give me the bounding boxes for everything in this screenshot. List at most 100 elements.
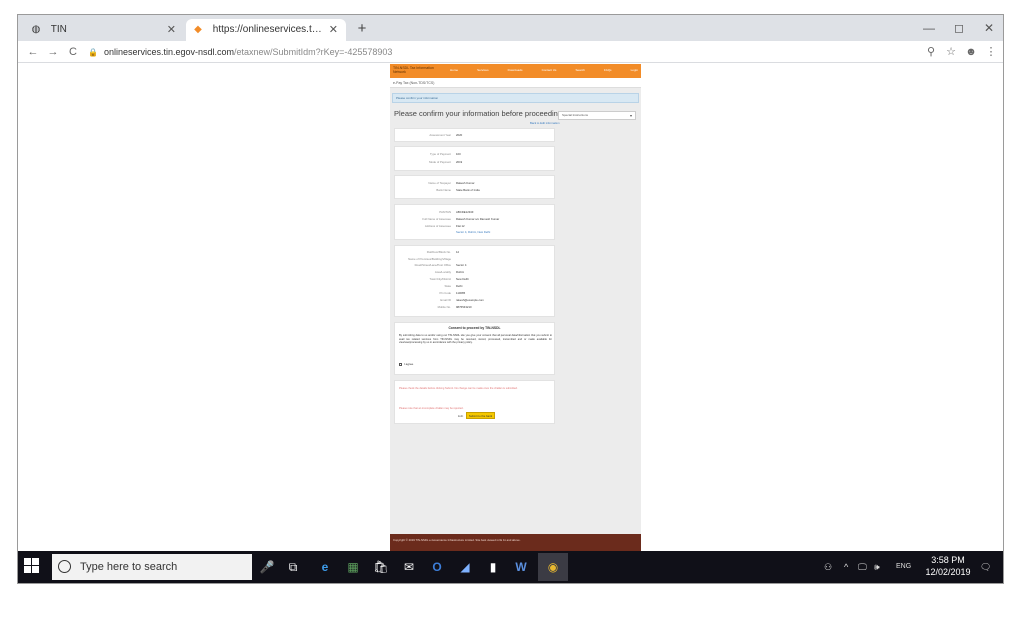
row-label: PAN/TAN: [439, 210, 451, 214]
edit-link[interactable]: Back to Edit information: [530, 121, 560, 125]
agree-checkbox[interactable]: I agree: [399, 362, 413, 366]
word-icon[interactable]: W: [512, 558, 530, 576]
nav-item[interactable]: FAQs: [604, 68, 612, 72]
row-label: Email ID: [440, 298, 451, 302]
new-tab-button[interactable]: +: [352, 19, 372, 39]
page-title: Please confirm your information before p…: [394, 109, 563, 118]
screenshot-frame: ◍ TIN ✕ ◆ https://onlineservices.tin.ego…: [17, 14, 1004, 584]
volume-icon[interactable]: 🕪: [874, 560, 880, 574]
maximize-button[interactable]: ◻: [944, 17, 974, 39]
library-icon[interactable]: ▮: [484, 558, 502, 576]
outlook-icon[interactable]: O: [428, 558, 446, 576]
warning-text: Please check the details before clicking…: [399, 387, 518, 390]
nav-item[interactable]: Login: [631, 68, 638, 72]
tab-strip: ◍ TIN ✕ ◆ https://onlineservices.tin.ego…: [18, 15, 1003, 41]
info-row: Town/City/District New Delhi: [395, 277, 554, 282]
row-value: 9876543210: [456, 305, 472, 309]
microphone-icon[interactable]: 🎤: [258, 558, 276, 576]
network-icon[interactable]: 🖵: [858, 560, 867, 574]
notification-icon[interactable]: 🗨: [980, 560, 991, 574]
minimize-button[interactable]: —: [914, 17, 944, 39]
info-row: Bank Name State Bank of India: [395, 188, 554, 193]
app-icon[interactable]: ◢: [456, 558, 474, 576]
info-row: Assessment Year 2020: [395, 133, 554, 138]
info-row: Mode of Payment 2019: [395, 160, 554, 165]
tab-close-icon[interactable]: ✕: [329, 19, 338, 41]
language-indicator[interactable]: ENG: [896, 560, 911, 574]
row-label: Type of Payment: [430, 152, 451, 156]
nav-item[interactable]: Home: [450, 68, 458, 72]
taskbar-search-box[interactable]: Type here to search: [52, 554, 252, 580]
nav-item[interactable]: Contact Us: [542, 68, 557, 72]
submit-to-bank-button[interactable]: Submit to the bank: [466, 412, 495, 419]
row-value: ABCDE1234F: [456, 210, 474, 214]
people-icon[interactable]: ⚇: [824, 560, 832, 574]
info-row: Email ID rakesh@example.com: [395, 298, 554, 303]
tab-tin[interactable]: ◍ TIN ✕: [24, 19, 184, 41]
tab-close-icon[interactable]: ✕: [167, 19, 176, 41]
row-value: 2019: [456, 160, 463, 164]
info-card-2: Type of Payment 100 Mode of Payment 2019: [394, 146, 555, 171]
consent-title: Consent to proceed by TIN-NSDL: [448, 326, 501, 330]
row-label: Road/Street/Lane/Post Office: [414, 263, 451, 267]
row-label: Name of Taxpayer: [428, 181, 451, 185]
nav-item[interactable]: Downloads: [508, 68, 523, 72]
checkbox-icon[interactable]: [399, 362, 402, 366]
nav-item[interactable]: Search: [575, 68, 585, 72]
info-row: Area/Locality Rohini: [395, 270, 554, 275]
back-button[interactable]: ←: [24, 43, 42, 61]
row-value: Sector 4: [456, 263, 467, 267]
warning-card: Please check the details before clicking…: [394, 380, 555, 424]
reload-button[interactable]: C: [64, 43, 82, 61]
row-value: Delhi: [456, 284, 463, 288]
tab-active[interactable]: ◆ https://onlineservices.tin.egov-n ✕: [186, 19, 346, 41]
site-logo[interactable]: TIN-NSDL Tax Information Network: [393, 66, 437, 74]
info-row: Name of Taxpayer Rakesh Kumar: [395, 181, 554, 186]
edge-icon[interactable]: e: [316, 558, 334, 576]
store-icon[interactable]: 🛍: [372, 558, 390, 576]
info-row: State Delhi: [395, 284, 554, 289]
row-value: Rohini: [456, 270, 464, 274]
browser-toolbar: ← → C 🔒 onlineservices.tin.egov-nsdl.com/…: [18, 41, 1003, 63]
info-card-1: Assessment Year 2020: [394, 128, 555, 142]
clock-time: 3:58 PM: [931, 555, 965, 565]
info-row: Name of Premises/Building/Village: [395, 257, 554, 262]
web-page: TIN-NSDL Tax Information Network Home Se…: [390, 64, 641, 555]
info-card-3: Name of Taxpayer Rakesh Kumar Bank Name …: [394, 175, 555, 199]
tray-chevron-icon[interactable]: ^: [844, 560, 848, 574]
row-value: Sector 4, Rohini, New Delhi: [456, 230, 491, 234]
row-label: Flat/Door/Block No.: [426, 250, 451, 254]
search-icon: [58, 560, 71, 573]
task-view-icon[interactable]: ⧉: [284, 558, 302, 576]
menu-icon[interactable]: ⋮: [982, 43, 1000, 61]
address-bar[interactable]: 🔒 onlineservices.tin.egov-nsdl.com/etaxne…: [88, 44, 888, 60]
close-button[interactable]: ✕: [974, 17, 1003, 39]
info-row: Road/Street/Lane/Post Office Sector 4: [395, 263, 554, 268]
forward-button[interactable]: →: [44, 43, 62, 61]
search-placeholder: Type here to search: [80, 561, 178, 573]
row-value: Flat 12: [456, 224, 465, 228]
taskbar-clock[interactable]: 3:58 PM 12/02/2019: [924, 554, 972, 578]
instructions-select[interactable]: Special Instructions ▾: [558, 111, 636, 120]
row-label: Area/Locality: [434, 270, 451, 274]
account-icon[interactable]: ☻: [962, 43, 980, 61]
info-card-5: Flat/Door/Block No. 12 Name of Premises/B…: [394, 245, 555, 317]
info-row: Pin Code 110085: [395, 291, 554, 296]
nsdl-favicon-icon: ◆: [194, 24, 202, 35]
row-label: Full Name of Assessee: [422, 217, 451, 221]
info-row: PAN/TAN ABCDE1234F: [395, 210, 554, 215]
info-row: Sector 4, Rohini, New Delhi: [395, 230, 554, 235]
mail-icon[interactable]: ✉: [400, 558, 418, 576]
bookmark-star-icon[interactable]: ☆: [942, 43, 960, 61]
chrome-icon[interactable]: ◉: [538, 553, 568, 581]
row-label: Mobile No.: [437, 305, 451, 309]
nav-item[interactable]: Services: [477, 68, 489, 72]
windows-start-button[interactable]: [24, 558, 42, 576]
row-label: Assessment Year: [429, 133, 451, 137]
row-label: Bank Name: [436, 188, 451, 192]
row-label: State: [444, 284, 451, 288]
edit-button[interactable]: Edit: [458, 414, 463, 418]
browser-viewport: TIN-NSDL Tax Information Network Home Se…: [18, 64, 1003, 555]
zoom-icon[interactable]: ⚲: [922, 43, 940, 61]
spreadsheet-app-icon[interactable]: ▦: [344, 558, 362, 576]
